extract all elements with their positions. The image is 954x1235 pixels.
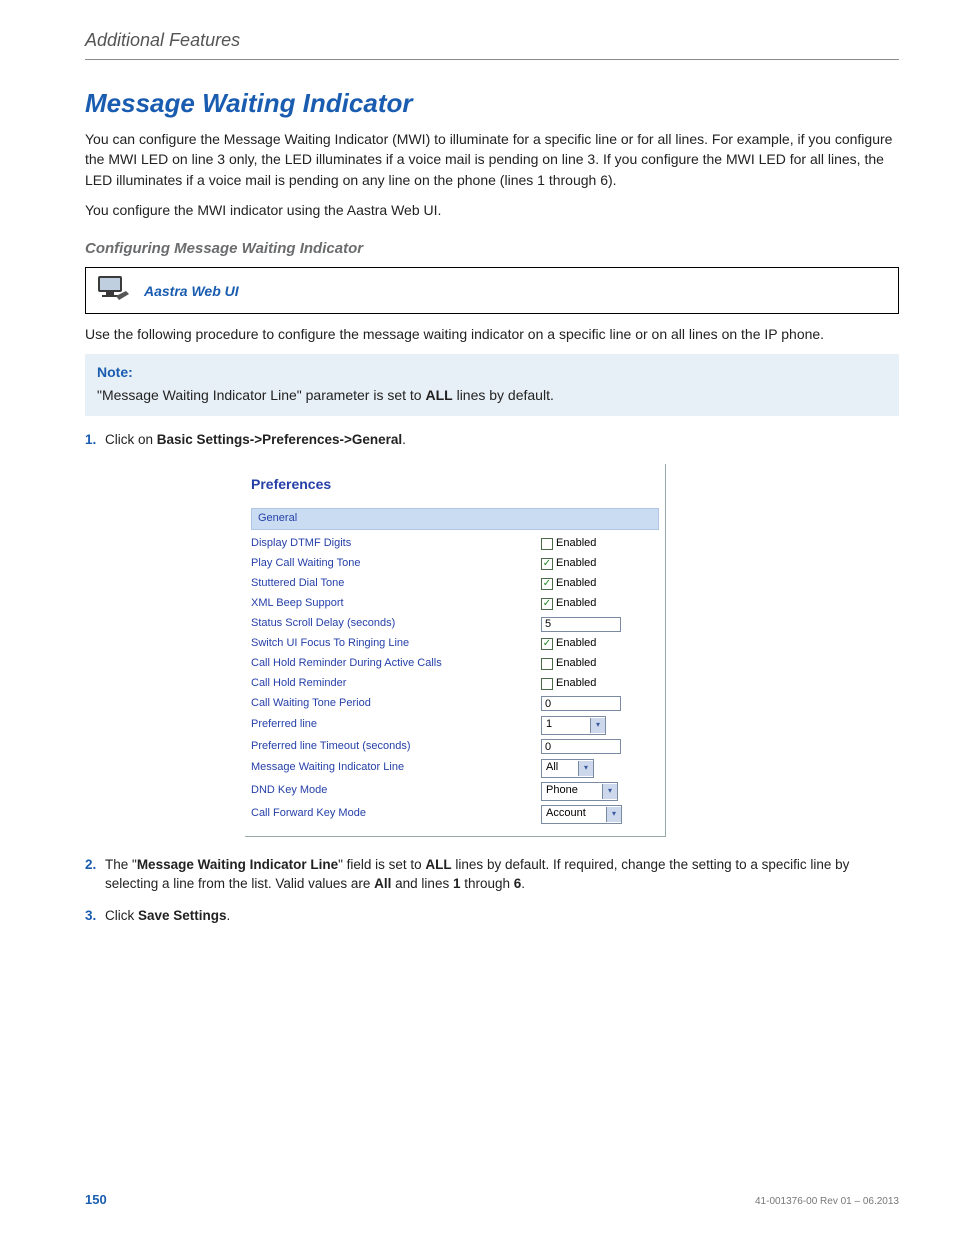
enabled-label: Enabled [556,656,596,672]
preferences-title: Preferences [245,470,665,508]
pref-row: Switch UI Focus To Ringing Line✓Enabled [245,634,665,654]
enabled-label: Enabled [556,636,596,652]
pref-row: Display DTMF Digits Enabled [245,534,665,554]
select-value: All [542,760,578,776]
pref-row: Call Waiting Tone Period [245,694,665,714]
preferences-section-general: General [251,508,659,530]
chevron-down-icon: ▾ [602,784,617,799]
text-input[interactable] [541,617,621,632]
note-title: Note: [97,362,887,383]
step-2: The "Message Waiting Indicator Line" fie… [85,855,899,894]
select-dropdown[interactable]: Account▾ [541,805,622,824]
pref-row: DND Key ModePhone▾ [245,780,665,803]
pref-label: Preferred line Timeout (seconds) [251,739,541,755]
steps-list: Click on Basic Settings->Preferences->Ge… [85,430,899,925]
enabled-label: Enabled [556,536,596,552]
step-1: Click on Basic Settings->Preferences->Ge… [85,430,899,836]
pref-label: Call Hold Reminder During Active Calls [251,656,541,672]
checkbox[interactable] [541,678,553,690]
pref-label: Call Waiting Tone Period [251,696,541,712]
chevron-down-icon: ▾ [590,718,605,733]
intro-paragraph-1: You can configure the Message Waiting In… [85,129,899,190]
pref-row: Status Scroll Delay (seconds) [245,614,665,634]
checkbox[interactable] [541,658,553,670]
pref-label: Preferred line [251,717,541,733]
pref-label: DND Key Mode [251,783,541,799]
pref-label: Stuttered Dial Tone [251,576,541,592]
chevron-down-icon: ▾ [606,807,621,822]
enabled-label: Enabled [556,556,596,572]
checkbox[interactable]: ✓ [541,598,553,610]
pref-label: Display DTMF Digits [251,536,541,552]
preferences-screenshot: Preferences General Display DTMF Digits E… [245,464,666,837]
select-dropdown[interactable]: 1▾ [541,716,606,735]
pref-label: Call Hold Reminder [251,676,541,692]
pref-label: XML Beep Support [251,596,541,612]
pref-row: Call Hold Reminder During Active Calls En… [245,654,665,674]
intro-paragraph-2: You configure the MWI indicator using th… [85,200,899,220]
note-body: "Message Waiting Indicator Line" paramet… [97,385,887,406]
enabled-label: Enabled [556,676,596,692]
pref-row: Stuttered Dial Tone✓Enabled [245,574,665,594]
pref-label: Switch UI Focus To Ringing Line [251,636,541,652]
select-dropdown[interactable]: All▾ [541,759,594,778]
page-footer: 150 41-001376-00 Rev 01 – 06.2013 [85,1192,899,1207]
pref-label: Status Scroll Delay (seconds) [251,616,541,632]
pref-row: Call Hold Reminder Enabled [245,674,665,694]
select-value: Account [542,806,606,822]
checkbox[interactable] [541,538,553,550]
running-header: Additional Features [85,30,899,60]
note-box: Note: "Message Waiting Indicator Line" p… [85,354,899,416]
checkbox[interactable]: ✓ [541,638,553,650]
checkbox[interactable]: ✓ [541,558,553,570]
select-dropdown[interactable]: Phone▾ [541,782,618,801]
pref-row: Play Call Waiting Tone✓Enabled [245,554,665,574]
web-ui-label: Aastra Web UI [144,283,239,299]
web-ui-callout: Aastra Web UI [85,267,899,314]
pref-row: Preferred line Timeout (seconds) [245,737,665,757]
pref-row: Message Waiting Indicator LineAll▾ [245,757,665,780]
procedure-intro: Use the following procedure to configure… [85,324,899,344]
chevron-down-icon: ▾ [578,761,593,776]
pref-label: Play Call Waiting Tone [251,556,541,572]
step-3: Click Save Settings. [85,906,899,926]
enabled-label: Enabled [556,596,596,612]
revision-text: 41-001376-00 Rev 01 – 06.2013 [755,1196,899,1207]
select-value: 1 [542,717,590,733]
pref-label: Call Forward Key Mode [251,806,541,822]
page-title: Message Waiting Indicator [85,88,899,119]
page-number: 150 [85,1192,107,1207]
pref-label: Message Waiting Indicator Line [251,760,541,776]
monitor-icon [96,274,130,307]
subsection-title: Configuring Message Waiting Indicator [85,240,899,257]
checkbox[interactable]: ✓ [541,578,553,590]
pref-row: XML Beep Support✓Enabled [245,594,665,614]
text-input[interactable] [541,739,621,754]
pref-row: Preferred line1▾ [245,714,665,737]
pref-row: Call Forward Key ModeAccount▾ [245,803,665,826]
select-value: Phone [542,783,602,799]
enabled-label: Enabled [556,576,596,592]
text-input[interactable] [541,696,621,711]
